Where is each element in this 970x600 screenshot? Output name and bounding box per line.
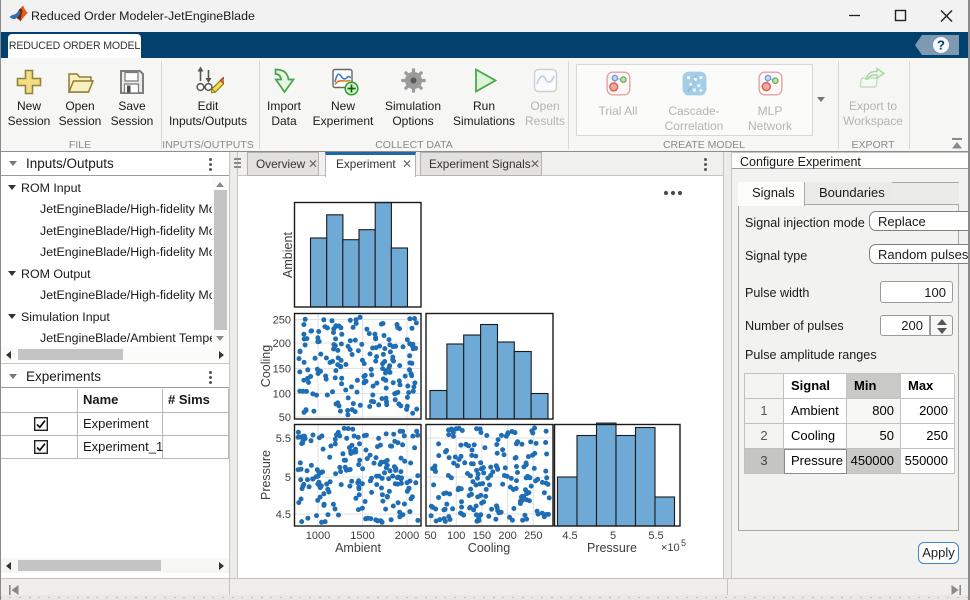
svg-text:Pressure: Pressure (259, 450, 273, 500)
svg-text:1000: 1000 (306, 530, 330, 542)
svg-text:Ambient: Ambient (281, 232, 295, 278)
svg-text:×10: ×10 (661, 542, 680, 554)
svg-text:150: 150 (273, 364, 291, 376)
svg-text:Cooling: Cooling (259, 345, 273, 387)
svg-text:?: ? (937, 38, 945, 53)
svg-text:5.5: 5.5 (276, 433, 291, 445)
svg-text:5: 5 (285, 472, 291, 484)
svg-text:2000: 2000 (395, 530, 419, 542)
svg-text:Ambient: Ambient (335, 541, 381, 555)
svg-text:250: 250 (273, 315, 291, 327)
svg-text:200: 200 (273, 338, 291, 350)
svg-text:5: 5 (681, 538, 686, 548)
svg-text:50: 50 (279, 412, 291, 424)
svg-text:Cooling: Cooling (468, 541, 510, 555)
svg-text:50: 50 (424, 530, 436, 542)
svg-text:4.5: 4.5 (276, 509, 291, 521)
svg-text:4.5: 4.5 (562, 530, 577, 542)
svg-text:5.5: 5.5 (648, 530, 663, 542)
svg-text:100: 100 (273, 389, 291, 401)
svg-text:250: 250 (524, 530, 542, 542)
svg-text:100: 100 (447, 530, 465, 542)
svg-text:Pressure: Pressure (587, 541, 637, 555)
